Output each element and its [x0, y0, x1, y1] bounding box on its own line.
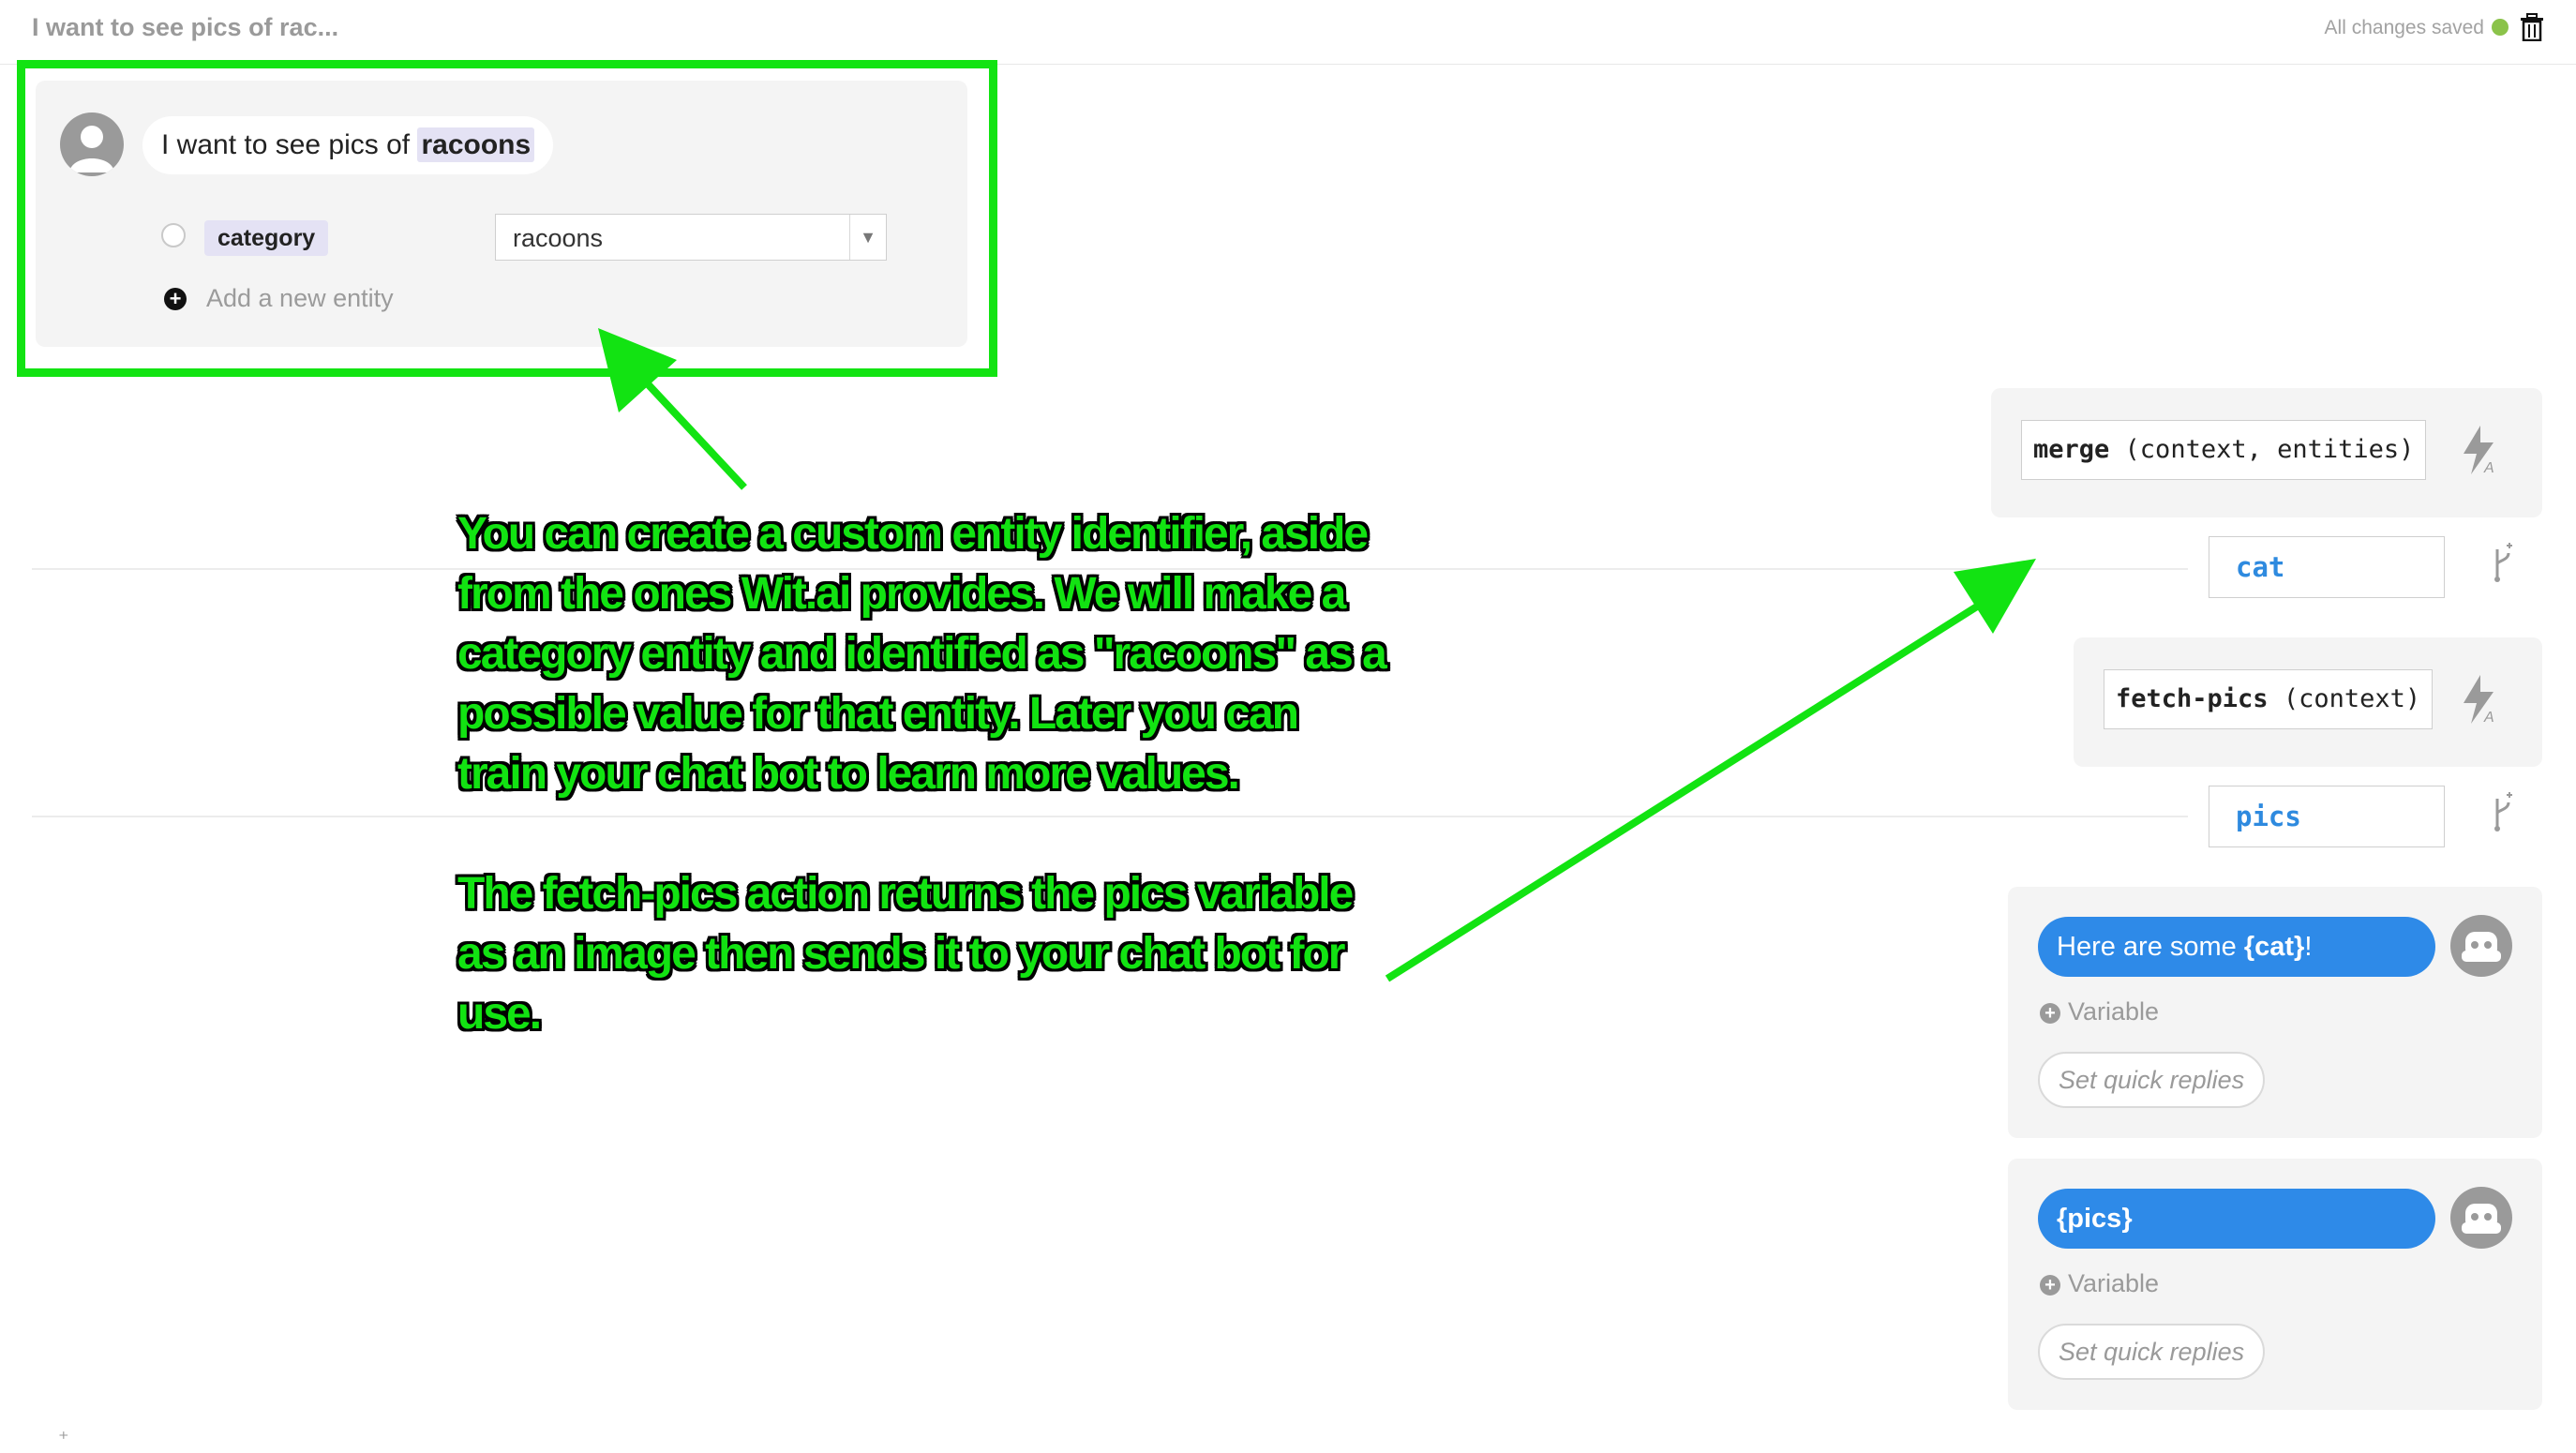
lightning-icon[interactable]: A [2456, 673, 2501, 726]
add-variable-icon[interactable]: + [2040, 1275, 2060, 1296]
bot-message-suffix: ! [2304, 932, 2313, 962]
action-variable-cat[interactable]: cat [2209, 536, 2445, 598]
action-variable-pics[interactable]: pics [2209, 786, 2445, 847]
lightning-icon[interactable]: A [2456, 424, 2501, 476]
action-args: (context) [2283, 684, 2421, 713]
add-step-icon[interactable]: ⁺ [58, 1427, 69, 1451]
saved-status-dot [2492, 19, 2509, 36]
save-status: All changes saved [2324, 17, 2484, 38]
annotation-paragraph: The fetch-pics action returns the pics v… [457, 869, 1354, 1039]
trash-icon[interactable] [2520, 13, 2544, 41]
story-title[interactable]: I want to see pics of rac... [32, 13, 338, 42]
branch-icon[interactable] [2488, 542, 2516, 583]
robot-icon [2462, 1204, 2501, 1234]
action-name: merge [2033, 435, 2110, 464]
branch-icon[interactable] [2488, 791, 2516, 832]
action-function-merge[interactable]: merge (context, entities) [2021, 420, 2427, 480]
annotation-arrow-right [1385, 559, 2036, 982]
bot-message-variable: {pics} [2057, 1204, 2133, 1234]
bot-message-variable: {cat} [2243, 932, 2305, 962]
add-variable-icon[interactable]: + [2040, 1003, 2060, 1024]
robot-icon [2462, 932, 2501, 962]
set-quick-replies-button[interactable]: Set quick replies [2038, 1052, 2266, 1108]
action-args: (context, entities) [2124, 435, 2415, 464]
annotation-paragraph: You can create a custom entity identifie… [457, 509, 1387, 799]
top-bar [0, 0, 2576, 65]
set-quick-replies-button[interactable]: Set quick replies [2038, 1324, 2266, 1380]
bot-avatar [2450, 1187, 2512, 1249]
bot-message-text: Here are some [2057, 932, 2244, 962]
add-variable-link[interactable]: Variable [2068, 997, 2159, 1026]
action-name: fetch-pics [2116, 684, 2269, 713]
annotation-text: You can create a custom entity identifie… [457, 504, 1387, 1044]
bot-message-bubble[interactable]: {pics} [2038, 1189, 2435, 1249]
annotation-highlight-box [17, 60, 997, 377]
bot-avatar [2450, 915, 2512, 977]
svg-text:A: A [2483, 460, 2494, 476]
add-variable-link[interactable]: Variable [2068, 1269, 2159, 1298]
bot-message-bubble[interactable]: Here are some {cat}! [2038, 917, 2435, 977]
action-function-fetch-pics[interactable]: fetch-pics (context) [2104, 669, 2434, 729]
svg-text:A: A [2483, 710, 2494, 726]
